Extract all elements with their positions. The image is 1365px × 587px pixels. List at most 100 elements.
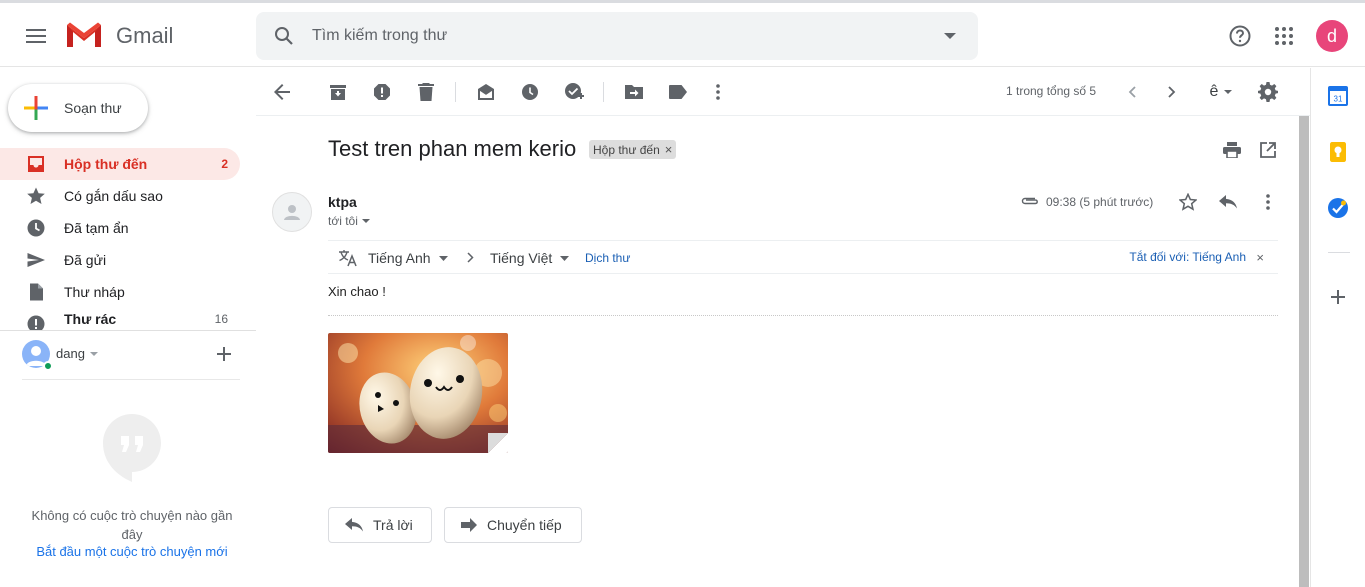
sidebar-item-spam[interactable]: Thư rác 16 [0,308,240,330]
move-to-folder-icon [625,85,643,99]
older-button[interactable] [1152,72,1192,112]
turn-off-translation-link[interactable]: Tắt đối với: Tiếng Anh [1129,250,1246,264]
account-avatar[interactable]: d [1316,20,1348,52]
reply-button[interactable] [1208,182,1248,222]
more-actions-button[interactable] [698,72,738,112]
mark-unread-icon [478,84,494,100]
gmail-logo[interactable] [65,21,103,49]
close-translate-bar-button[interactable]: × [1256,250,1264,265]
gear-icon [1258,82,1278,102]
mark-unread-button[interactable] [466,72,506,112]
search-input[interactable] [312,12,912,60]
sidebar-item-sent[interactable]: Đã gửi [0,244,240,276]
person-icon [284,205,300,220]
sidebar-item-label: Đã gửi [64,252,107,268]
quote-bubble-icon [103,414,161,482]
archive-button[interactable] [318,72,358,112]
sender-name[interactable]: ktpa [328,194,357,210]
compose-button[interactable]: Soạn thư [8,84,148,132]
message-time: 09:38 (5 phút trước) [1046,195,1154,209]
apps-button[interactable] [1264,16,1304,56]
open-new-window-button[interactable] [1248,130,1288,170]
delete-button[interactable] [406,72,446,112]
target-language: Tiếng Việt [490,250,553,266]
spam-count: 16 [214,312,228,326]
archive-icon [330,85,346,100]
support-button[interactable] [1220,16,1260,56]
labels-button[interactable] [658,72,698,112]
printer-icon [1223,142,1241,158]
reply-label: Trả lời [373,517,413,533]
hamburger-icon [26,29,46,43]
start-chat-link[interactable]: Bắt đầu một cuộc trò chuyện mới [20,544,244,559]
input-tools-button[interactable]: ê [1196,72,1246,112]
spam-icon [27,315,45,330]
brand-name: Gmail [116,23,174,48]
move-to-button[interactable] [614,72,654,112]
caret-down-icon [1224,90,1233,94]
remove-label-button[interactable]: × [665,142,673,157]
caret-down-icon [944,33,956,39]
translate-bar: Tiếng Anh Tiếng Việt Dịch thư Tắt đối vớ… [328,240,1278,274]
translate-message-link[interactable]: Dịch thư [585,251,630,265]
target-language-select[interactable]: Tiếng Việt [490,250,570,266]
get-addons-button[interactable] [1318,277,1358,317]
search-options-button[interactable] [930,16,970,56]
add-task-icon [565,83,584,99]
add-to-tasks-button[interactable] [554,72,594,112]
online-status-dot [43,361,53,371]
sidebar-item-label: Hộp thư đến [64,156,148,172]
newer-button[interactable] [1112,72,1152,112]
star-outline-icon [1179,193,1197,211]
forward-icon [461,518,477,532]
search-bar[interactable] [256,12,978,60]
message-more-button[interactable] [1248,182,1288,222]
message-subject: Test tren phan mem kerio [328,136,577,161]
tasks-app-button[interactable] [1318,188,1358,228]
compose-label: Soạn thư [64,100,122,116]
report-spam-button[interactable] [362,72,402,112]
scrollbar[interactable] [1299,116,1309,587]
search-icon [275,27,293,45]
sidebar-item-starred[interactable]: Có gắn dấu sao [0,180,240,212]
back-button[interactable] [262,72,302,112]
sidebar-item-drafts[interactable]: Thư nháp [0,276,240,308]
source-language-select[interactable]: Tiếng Anh [368,250,448,266]
keep-icon [1330,142,1346,162]
pagination-text: 1 trong tổng số 5 [1006,84,1097,98]
unread-count: 2 [221,157,228,171]
gmail-m-icon [67,22,101,47]
search-button[interactable] [264,16,304,56]
snooze-button[interactable] [510,72,550,112]
message-body: Xin chao ! [328,284,386,299]
star-icon [27,187,45,204]
body-divider [328,315,1278,316]
plus-icon [217,347,231,361]
forward-label: Chuyển tiếp [487,517,562,533]
open-in-new-icon [1260,142,1276,158]
sidebar-item-snoozed[interactable]: Đã tạm ẩn [0,212,240,244]
settings-button[interactable] [1248,72,1288,112]
new-chat-button[interactable] [214,344,234,364]
label-chip-text: Hộp thư đến [593,142,660,157]
recipient-details[interactable]: tới tôi [328,214,370,228]
sender-avatar [272,192,312,232]
plus-icon [1331,290,1345,304]
print-all-button[interactable] [1212,130,1252,170]
star-message-button[interactable] [1168,182,1208,222]
image-attachment[interactable] [328,333,508,453]
input-tool-glyph: ê [1209,83,1219,100]
main-menu-button[interactable] [16,16,56,56]
forward-action-button[interactable]: Chuyển tiếp [444,507,582,543]
keep-app-button[interactable] [1318,132,1358,172]
calendar-app-button[interactable]: 31 [1318,76,1358,116]
reply-action-button[interactable]: Trả lời [328,507,432,543]
recipient-text: tới tôi [328,214,358,228]
hangouts-user[interactable]: dang [22,340,242,372]
sidebar-item-inbox[interactable]: Hộp thư đến 2 [0,148,240,180]
attachment-icon [1021,197,1038,205]
draft-icon [30,283,43,301]
trash-icon [418,83,434,101]
caret-down-icon [361,219,370,223]
inbox-label-chip: Hộp thư đến × [589,140,677,159]
